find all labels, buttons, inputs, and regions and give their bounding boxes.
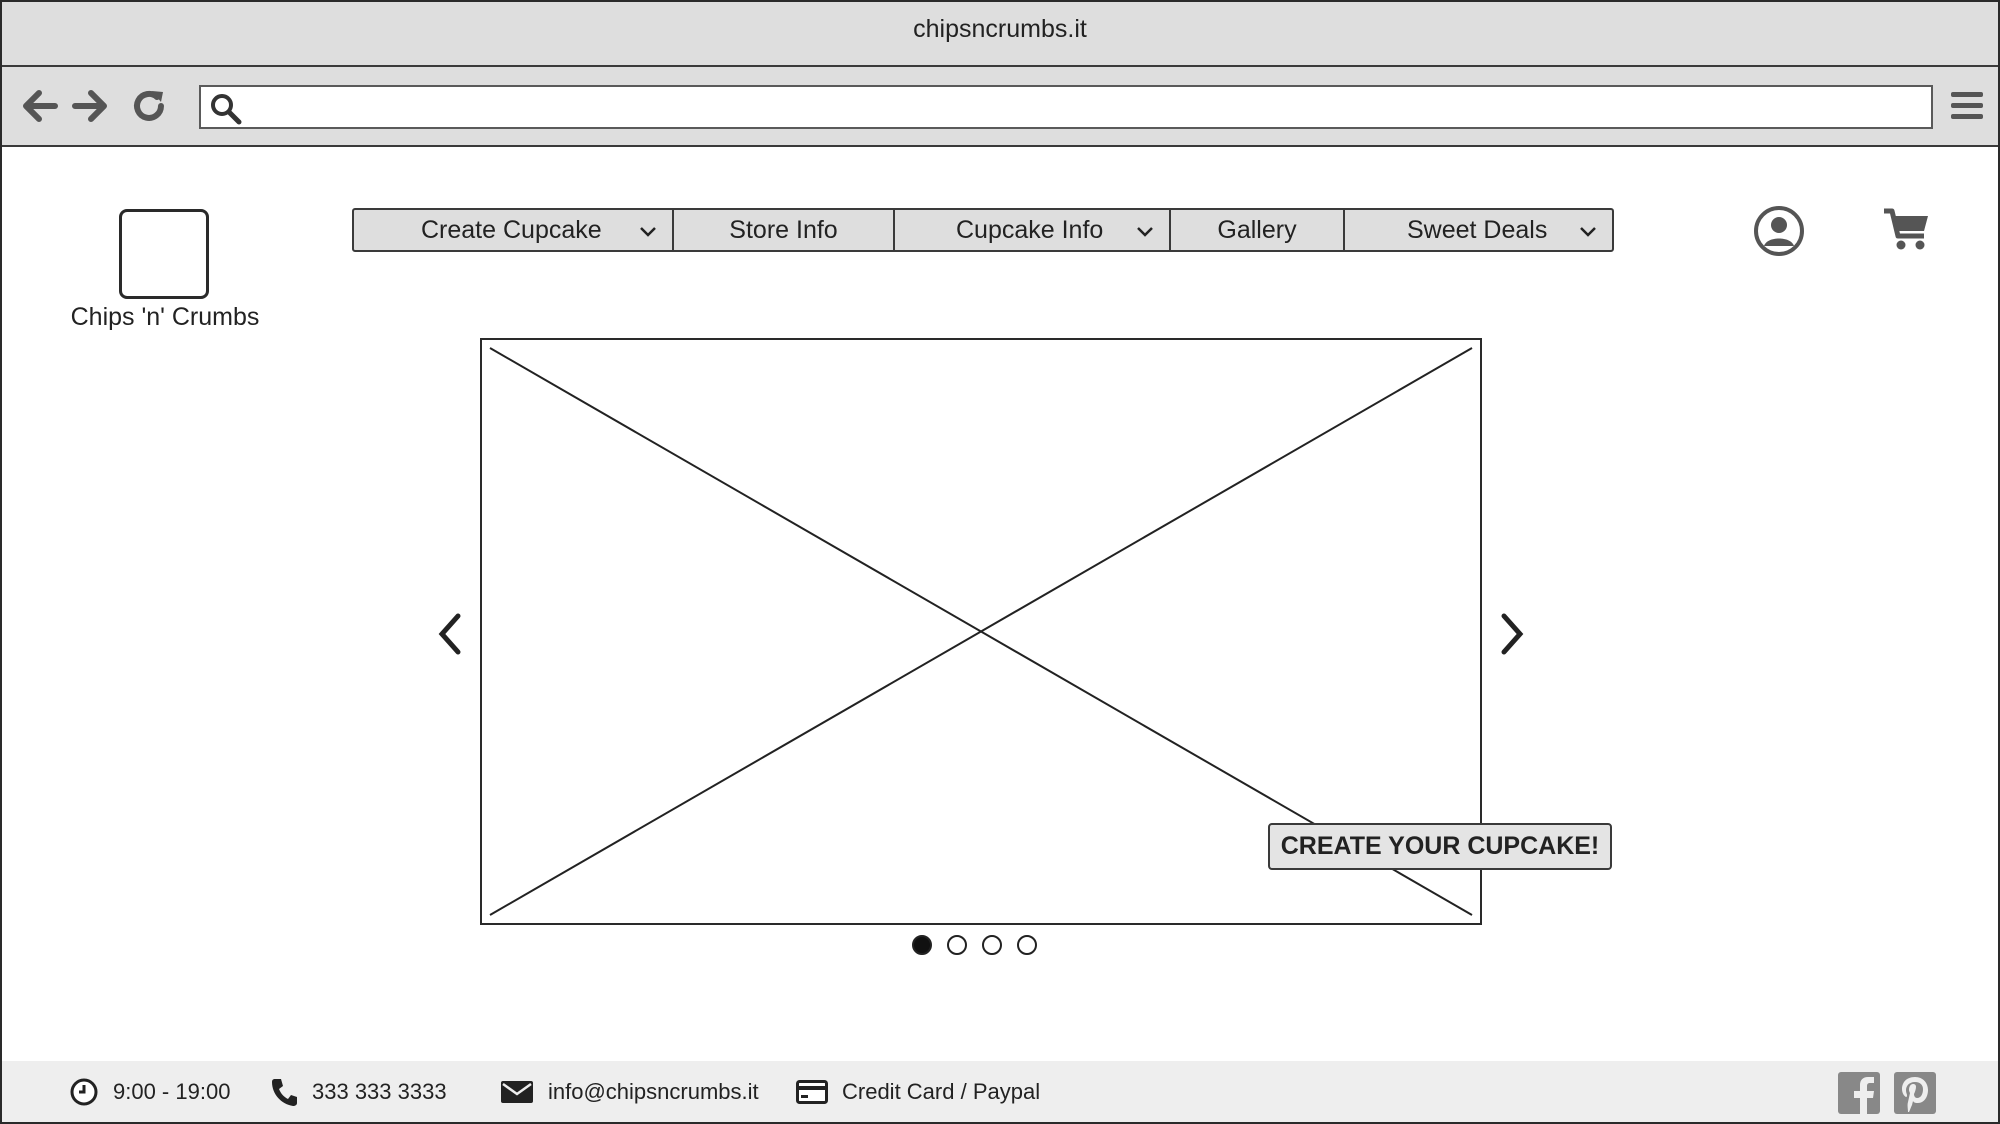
hamburger-menu-icon[interactable] (1946, 85, 1988, 127)
footer-payment: Credit Card / Paypal (796, 1061, 1040, 1122)
cart-icon[interactable] (1882, 206, 1932, 252)
nav-label: Cupcake Info (956, 215, 1104, 244)
browser-window: chipsncrumbs.it Chips 'n' Crumbs Create … (0, 0, 2000, 1124)
carousel-dot[interactable] (982, 935, 1002, 955)
nav-item-sweet-deals[interactable]: Sweet Deals (1345, 210, 1612, 250)
carousel-dot[interactable] (947, 935, 967, 955)
logo-placeholder[interactable] (119, 209, 209, 299)
pinterest-icon[interactable] (1893, 1071, 1937, 1115)
create-cupcake-cta-button[interactable]: CREATE YOUR CUPCAKE! (1268, 823, 1612, 870)
phone-icon (272, 1078, 297, 1106)
carousel-next-icon[interactable] (1498, 612, 1528, 656)
footer-email[interactable]: info@chipsncrumbs.it (500, 1061, 759, 1122)
hours-text: 9:00 - 19:00 (113, 1078, 231, 1104)
footer: 9:00 - 19:00 333 333 3333 info@chipsncru… (2, 1061, 1998, 1122)
nav-item-gallery[interactable]: Gallery (1171, 210, 1345, 250)
address-bar[interactable] (199, 85, 1933, 129)
phone-text: 333 333 3333 (312, 1078, 447, 1104)
carousel-prev-icon[interactable] (434, 612, 464, 656)
footer-phone: 333 333 3333 (270, 1061, 447, 1122)
reload-icon[interactable] (128, 85, 170, 127)
search-icon (211, 94, 242, 125)
chevron-down-icon (640, 227, 656, 237)
payment-text: Credit Card / Paypal (842, 1078, 1041, 1104)
url-input[interactable] (251, 91, 1925, 125)
back-arrow-icon[interactable] (19, 85, 61, 127)
credit-card-icon (796, 1079, 828, 1104)
nav-label: Store Info (729, 215, 838, 244)
nav-item-store-info[interactable]: Store Info (674, 210, 895, 250)
email-link[interactable]: info@chipsncrumbs.it (548, 1079, 759, 1105)
envelope-icon (501, 1080, 533, 1103)
main-nav: Create Cupcake Store Info Cupcake Info G… (352, 208, 1614, 252)
nav-label: Sweet Deals (1407, 215, 1548, 244)
chevron-down-icon (1580, 227, 1596, 237)
facebook-icon[interactable] (1837, 1071, 1881, 1115)
nav-label: Gallery (1217, 215, 1297, 244)
brand-name: Chips 'n' Crumbs (70, 303, 260, 331)
window-title: chipsncrumbs.it (2, 2, 1998, 67)
nav-label: Create Cupcake (421, 215, 602, 244)
carousel-dot[interactable] (1017, 935, 1037, 955)
account-icon[interactable] (1753, 205, 1805, 257)
clock-icon (70, 1078, 98, 1105)
chevron-down-icon (1137, 227, 1153, 237)
carousel-dot-active[interactable] (912, 935, 932, 955)
forward-arrow-icon[interactable] (69, 85, 111, 127)
nav-item-create-cupcake[interactable]: Create Cupcake (354, 210, 674, 250)
carousel-indicators (912, 935, 1037, 955)
browser-toolbar (2, 67, 1998, 147)
nav-item-cupcake-info[interactable]: Cupcake Info (895, 210, 1171, 250)
footer-hours: 9:00 - 19:00 (69, 1061, 230, 1122)
